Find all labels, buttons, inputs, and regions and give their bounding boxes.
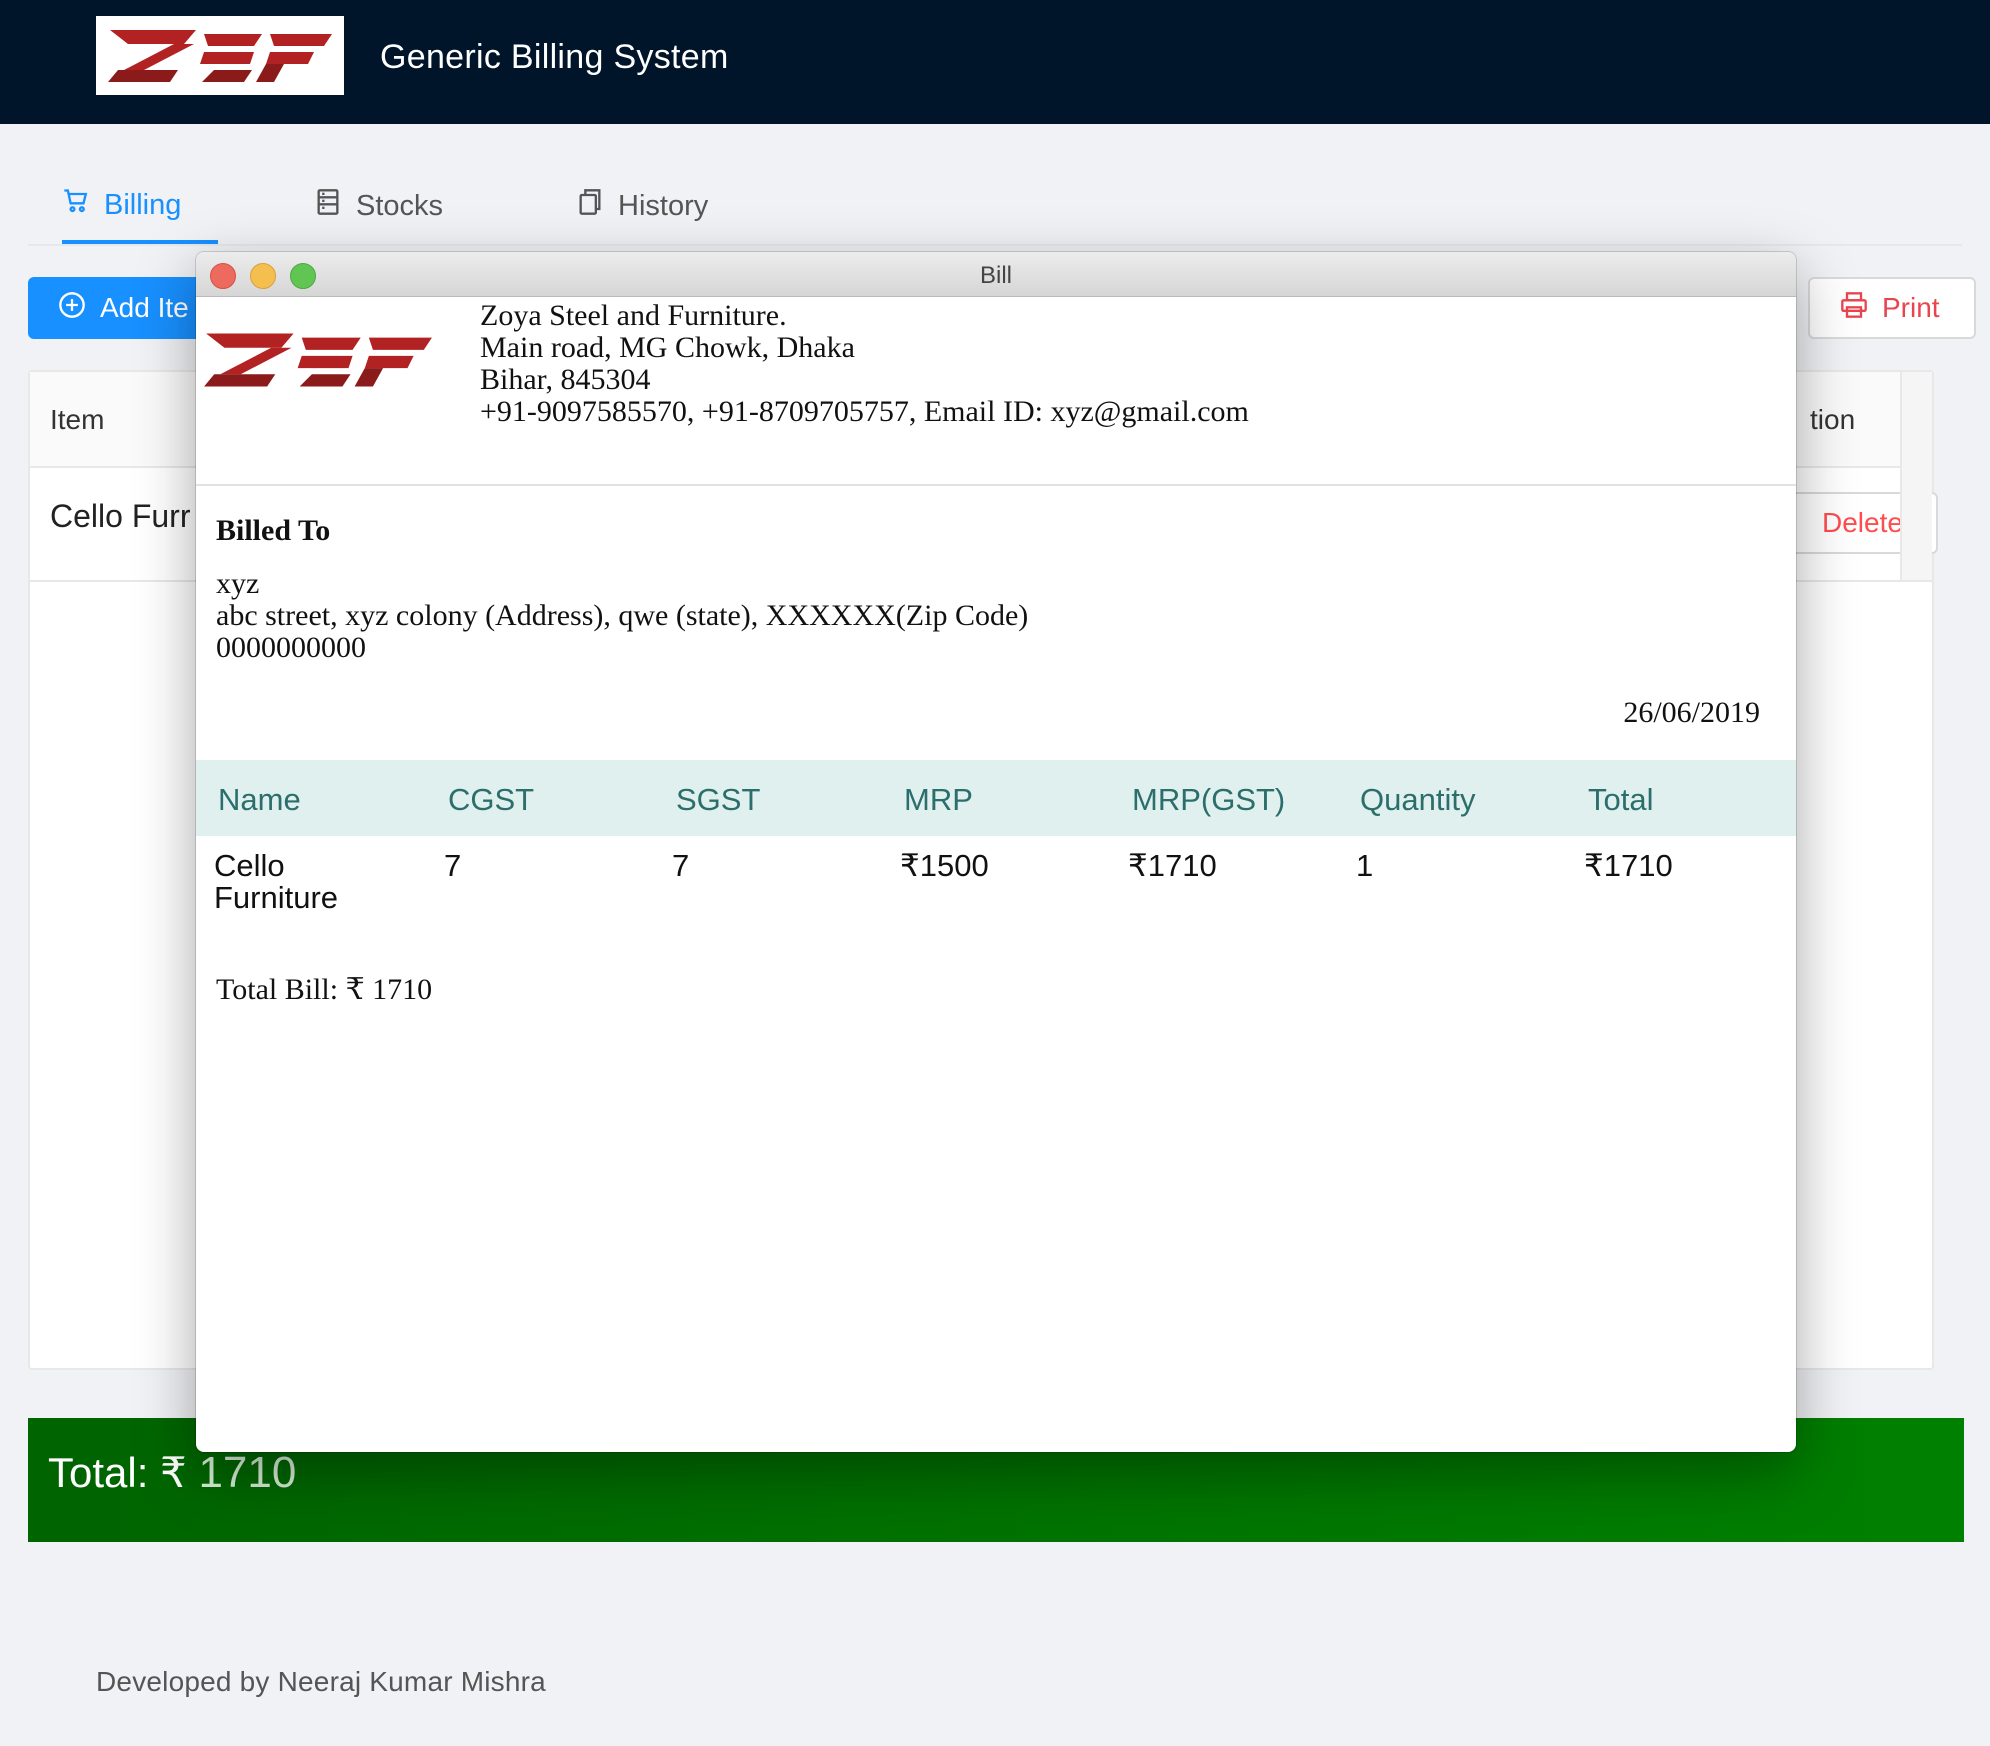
total-bill: Total Bill: ₹ 1710 bbox=[216, 973, 433, 1006]
company-address-line1: Main road, MG Chowk, Dhaka bbox=[480, 331, 855, 364]
cell-name-line2: Furniture bbox=[214, 880, 339, 915]
print-label: Print bbox=[1882, 292, 1940, 323]
column-header-sgst: SGST bbox=[676, 782, 761, 817]
cell-mrp: ₹1500 bbox=[900, 848, 989, 883]
bill-window: Bill Zoya Steel and Furniture. Main road… bbox=[196, 252, 1796, 1452]
tab-history[interactable]: History bbox=[576, 170, 708, 242]
column-header-mrp: MRP bbox=[904, 782, 973, 817]
company-contact: +91-9097585570, +91-8709705757, Email ID… bbox=[480, 395, 1249, 428]
column-header-cgst: CGST bbox=[448, 782, 535, 817]
shopping-cart-icon bbox=[62, 187, 90, 223]
column-header-mrp-gst: MRP(GST) bbox=[1132, 782, 1286, 817]
column-header-total: Total bbox=[1588, 782, 1654, 817]
customer-name: xyz bbox=[216, 567, 260, 600]
total-value: 1710 bbox=[198, 1448, 297, 1497]
tab-billing-label: Billing bbox=[104, 188, 182, 221]
total-label-text: Total: ₹ bbox=[48, 1449, 187, 1496]
column-header-name: Name bbox=[218, 782, 301, 817]
table-scrollbar[interactable] bbox=[1900, 372, 1932, 580]
app-title: Generic Billing System bbox=[380, 38, 729, 76]
table-row-item: Cello Furr bbox=[50, 498, 191, 534]
cell-total: ₹1710 bbox=[1584, 848, 1673, 883]
company-address-line2: Bihar, 845304 bbox=[480, 363, 651, 396]
bill-date: 26/06/2019 bbox=[1623, 696, 1760, 729]
cell-name-line1: Cello bbox=[214, 848, 285, 883]
copy-icon bbox=[576, 188, 604, 224]
cell-sgst: 7 bbox=[672, 848, 690, 883]
tab-stocks[interactable]: Stocks bbox=[314, 170, 443, 242]
bill-divider bbox=[196, 484, 1796, 486]
customer-details: xyz abc street, xyz colony (Address), qw… bbox=[216, 568, 1028, 664]
footer-credit: Developed by Neeraj Kumar Mishra bbox=[96, 1666, 546, 1697]
bill-logo bbox=[200, 322, 436, 398]
company-details: Zoya Steel and Furniture. Main road, MG … bbox=[480, 300, 1249, 428]
column-header-item: Item bbox=[50, 404, 105, 435]
main-tabs: Billing Stocks History bbox=[28, 170, 1962, 246]
delete-label: Delete bbox=[1822, 507, 1903, 538]
zsf-logo bbox=[96, 16, 344, 95]
tab-history-label: History bbox=[618, 189, 709, 222]
cell-name: Cello Furniture bbox=[214, 850, 338, 914]
plus-circle-icon bbox=[58, 291, 86, 326]
database-icon bbox=[314, 188, 342, 224]
column-header-action: tion bbox=[1810, 404, 1856, 435]
printer-icon bbox=[1840, 291, 1868, 326]
window-titlebar[interactable]: Bill bbox=[196, 252, 1796, 297]
total-amount: Total: ₹ 1710 bbox=[48, 1448, 296, 1498]
print-button[interactable]: Print bbox=[1808, 277, 1976, 339]
column-header-quantity: Quantity bbox=[1360, 782, 1476, 817]
window-title: Bill bbox=[979, 262, 1012, 289]
tab-stocks-label: Stocks bbox=[356, 189, 444, 222]
cell-mrp-gst: ₹1710 bbox=[1128, 848, 1217, 883]
bill-table-header: Name CGST SGST MRP MRP(GST) Quantity Tot… bbox=[196, 760, 1796, 836]
cell-cgst: 7 bbox=[444, 848, 462, 883]
company-name: Zoya Steel and Furniture. bbox=[480, 299, 787, 332]
customer-address: abc street, xyz colony (Address), qwe (s… bbox=[216, 599, 1029, 632]
customer-phone: 0000000000 bbox=[216, 631, 366, 664]
cell-quantity: 1 bbox=[1356, 848, 1374, 883]
tab-billing[interactable]: Billing bbox=[62, 170, 218, 244]
billed-to-heading: Billed To bbox=[216, 514, 331, 547]
app-header: Generic Billing System bbox=[0, 0, 1990, 124]
add-item-label: Add Ite bbox=[100, 292, 189, 323]
